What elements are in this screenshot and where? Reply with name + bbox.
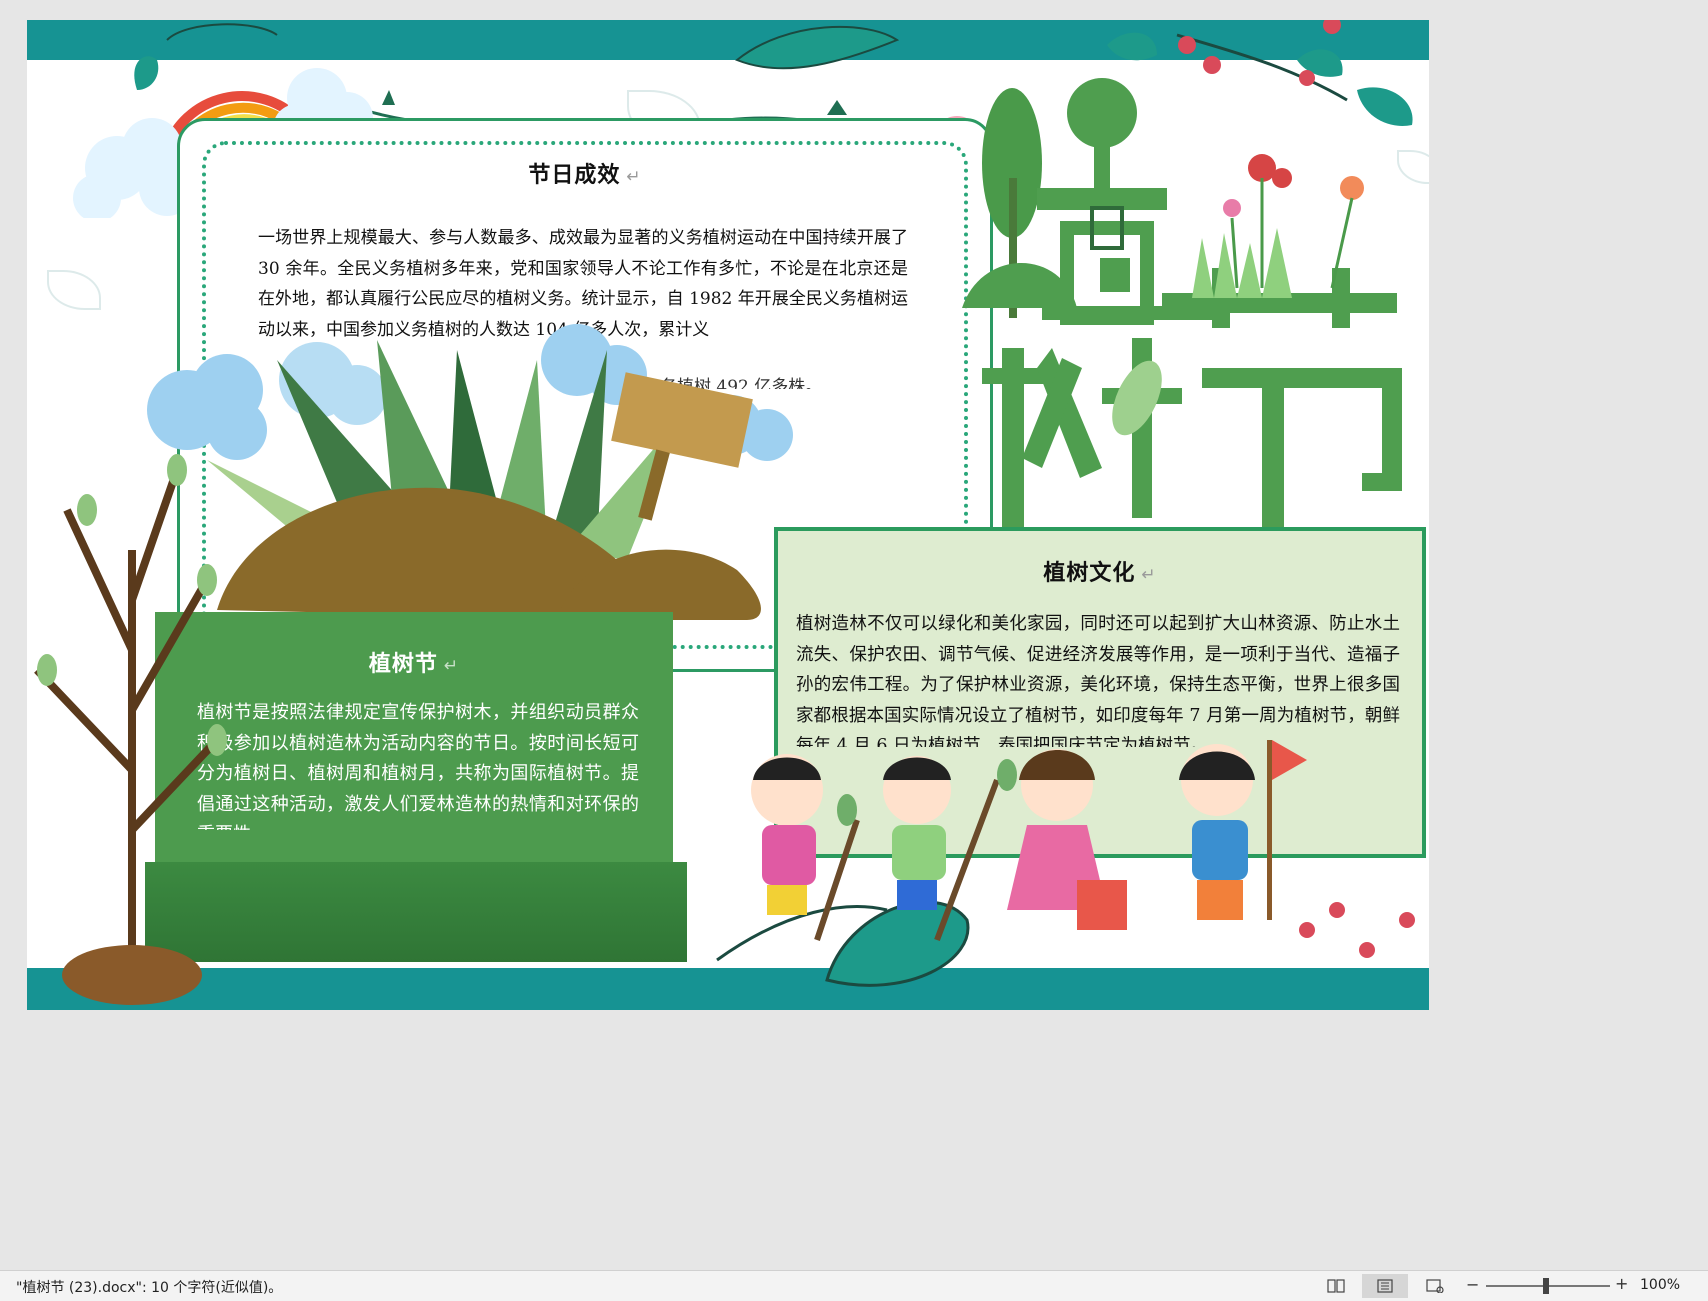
read-mode-icon <box>1327 1279 1345 1293</box>
status-bar: "植树节 (23).docx": 10 个字符(近似值)。 − + 100% <box>0 1270 1708 1301</box>
title-text: 节日成效 <box>528 163 621 188</box>
paragraph-mark: ↵ <box>443 656 460 676</box>
paragraph-mark: ↵ <box>1141 565 1157 585</box>
document-page[interactable]: 节日成效 ↵ 一场世界上规模最大、参与人数最多、成效最为显著的义务植树运动在中国持… <box>27 20 1429 1010</box>
web-layout-button[interactable] <box>1412 1274 1458 1298</box>
title-text: 植树文化 <box>1043 561 1136 586</box>
zoom-slider-thumb[interactable] <box>1543 1278 1549 1294</box>
background-leaf <box>47 270 101 310</box>
zoom-in-button[interactable]: + <box>1615 1274 1628 1293</box>
document-workspace[interactable]: 节日成效 ↵ 一场世界上规模最大、参与人数最多、成效最为显著的义务植树运动在中国持… <box>0 0 1708 1270</box>
print-layout-icon <box>1377 1279 1393 1293</box>
tree-illustration <box>34 454 227 1005</box>
read-mode-button[interactable] <box>1313 1274 1359 1298</box>
zoom-level[interactable]: 100% <box>1640 1277 1680 1293</box>
paragraph-mark: ↵ <box>626 167 642 187</box>
children-planting-illustration <box>716 740 1415 987</box>
title-text: 植树节 <box>368 652 438 677</box>
document-status-text[interactable]: "植树节 (23).docx": 10 个字符(近似值)。 <box>16 1277 282 1297</box>
web-layout-icon <box>1426 1279 1444 1293</box>
box-tree-culture-title: 植树文化 ↵ <box>778 555 1422 587</box>
box-festival-results-title: 节日成效 ↵ <box>180 157 990 189</box>
zoom-out-button[interactable]: − <box>1466 1275 1479 1294</box>
headline-art-arbor-day <box>962 68 1429 538</box>
print-layout-button[interactable] <box>1362 1274 1408 1298</box>
